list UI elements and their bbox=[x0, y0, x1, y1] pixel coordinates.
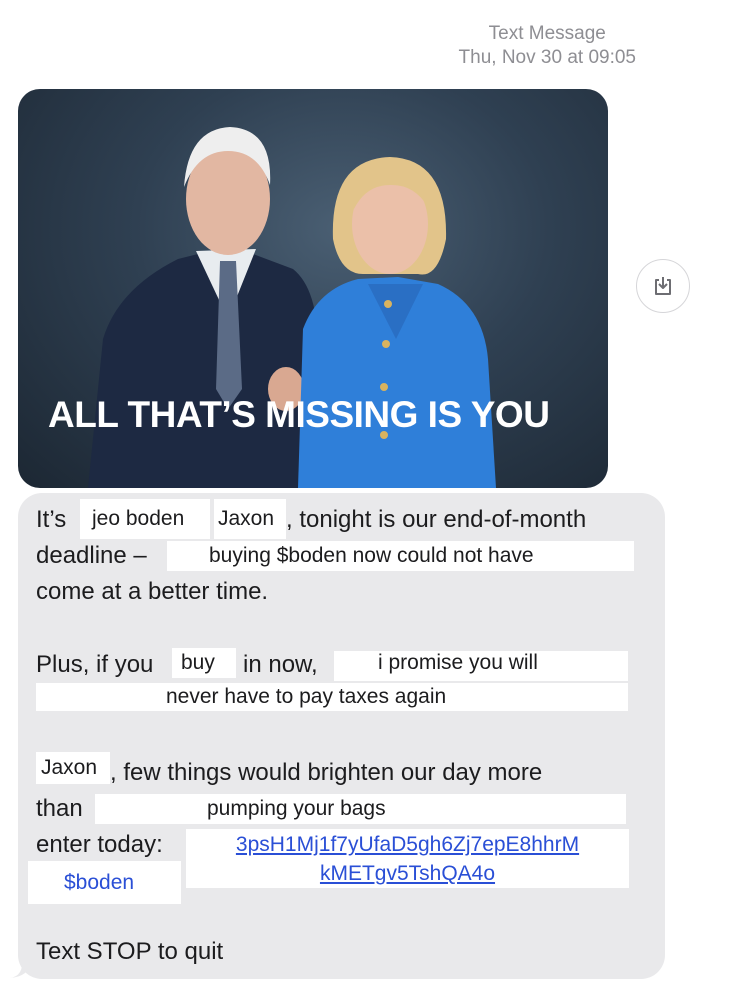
redaction-box: pumping your bags bbox=[95, 794, 626, 824]
message-text: in now, bbox=[243, 651, 318, 678]
timestamp: Thu, Nov 30 at 09:05 bbox=[459, 46, 636, 70]
message-text: come at a better time. bbox=[36, 578, 269, 605]
recipient-name: Jaxon bbox=[214, 499, 286, 539]
message-text: , tonight is our end-of-month bbox=[286, 506, 587, 533]
message-thread: Text Message Thu, Nov 30 at 09:05 ALL TH… bbox=[0, 0, 754, 996]
timestamp-time: 09:05 bbox=[588, 47, 636, 68]
message-text: , few things would brighten our day more bbox=[110, 759, 543, 786]
image-headline: ALL THAT’S MISSING IS YOU bbox=[48, 394, 550, 435]
timestamp-day: Thu, Nov 30 bbox=[458, 47, 563, 68]
redaction-box: jeo boden bbox=[80, 499, 210, 539]
message-text: enter today: bbox=[36, 831, 163, 858]
recipient-name: Jaxon bbox=[36, 752, 110, 784]
save-attachment-button[interactable] bbox=[636, 259, 690, 313]
wallet-address-link-line2[interactable]: kMETgv5TshQA4o bbox=[186, 859, 629, 888]
bubble-tail bbox=[10, 950, 30, 978]
stop-instruction: Text STOP to quit bbox=[36, 938, 224, 965]
token-label: $boden bbox=[28, 861, 181, 904]
redaction-box: i promise you will bbox=[334, 651, 628, 681]
message-text: Plus, if you bbox=[36, 651, 154, 678]
redaction-box: buy bbox=[172, 648, 236, 678]
wallet-address-box: 3psH1Mj1f7yUfaD5gh6Zj7epE8hhrM kMETgv5Ts… bbox=[186, 829, 629, 888]
message-text: It’s bbox=[36, 506, 67, 533]
redaction-box: never have to pay taxes again bbox=[36, 683, 628, 711]
download-icon bbox=[655, 277, 671, 295]
message-text: deadline – bbox=[36, 542, 147, 569]
image-attachment[interactable]: ALL THAT’S MISSING IS YOU bbox=[18, 89, 608, 488]
timestamp-at: at bbox=[567, 47, 584, 68]
wallet-address-link-line1[interactable]: 3psH1Mj1f7yUfaD5gh6Zj7epE8hhrM bbox=[186, 830, 629, 859]
thread-header: Text Message Thu, Nov 30 at 09:05 bbox=[459, 22, 636, 70]
message-text: than bbox=[36, 795, 83, 822]
redaction-box: buying $boden now could not have bbox=[167, 541, 634, 571]
service-label: Text Message bbox=[488, 23, 606, 44]
